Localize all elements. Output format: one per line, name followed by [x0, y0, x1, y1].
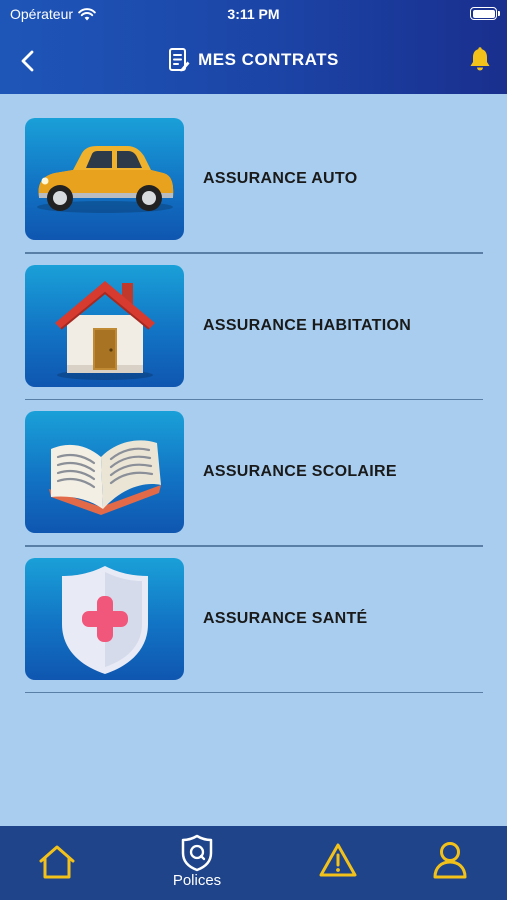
- contract-label: ASSURANCE AUTO: [203, 170, 358, 187]
- car-icon: [37, 146, 174, 213]
- contract-thumbnail: [25, 557, 184, 680]
- shield-icon: [181, 834, 213, 872]
- title-wrap: MES CONTRATS: [0, 47, 507, 73]
- divider: [25, 252, 483, 254]
- health-shield-icon: [62, 565, 148, 674]
- tab-alert[interactable]: [293, 826, 383, 900]
- contract-thumbnail: [25, 118, 184, 240]
- divider: [25, 398, 483, 400]
- contract-document-icon: [169, 48, 190, 72]
- nav-bar: MES CONTRATS: [0, 38, 507, 82]
- contract-item-scolaire[interactable]: ASSURANCE SCOLAIRE: [25, 411, 483, 558]
- book-icon: [49, 440, 161, 515]
- contract-item-auto[interactable]: ASSURANCE AUTO: [25, 118, 483, 265]
- warning-icon: [319, 843, 357, 877]
- tab-polices[interactable]: Polices: [152, 826, 242, 900]
- bell-icon: [470, 47, 490, 71]
- page-title: MES CONTRATS: [198, 50, 339, 69]
- tab-label: Polices: [172, 872, 222, 889]
- divider: [25, 691, 483, 693]
- contract-label: ASSURANCE HABITATION: [203, 316, 412, 334]
- tab-profile[interactable]: [405, 826, 495, 900]
- status-time: 3:11 PM: [227, 6, 280, 22]
- contract-item-habitation[interactable]: ASSURANCE HABITATION: [25, 264, 483, 412]
- tab-home[interactable]: [12, 826, 102, 900]
- battery-icon: [470, 7, 500, 20]
- notifications-button[interactable]: [466, 46, 494, 74]
- divider: [25, 545, 483, 547]
- house-icon: [55, 280, 155, 380]
- contract-label: ASSURANCE SCOLAIRE: [203, 463, 397, 480]
- user-icon: [433, 842, 467, 879]
- status-bar: Opérateur 3:11 PM: [0, 0, 507, 30]
- header: Opérateur 3:11 PM MES CONTRATS: [0, 0, 507, 94]
- contract-thumbnail: [25, 264, 184, 387]
- contract-thumbnail: [25, 411, 184, 533]
- contract-label: ASSURANCE SANTÉ: [203, 609, 368, 627]
- home-icon: [39, 845, 75, 879]
- tab-bar: Polices: [0, 826, 507, 900]
- contract-item-sante[interactable]: ASSURANCE SANTÉ: [25, 557, 483, 705]
